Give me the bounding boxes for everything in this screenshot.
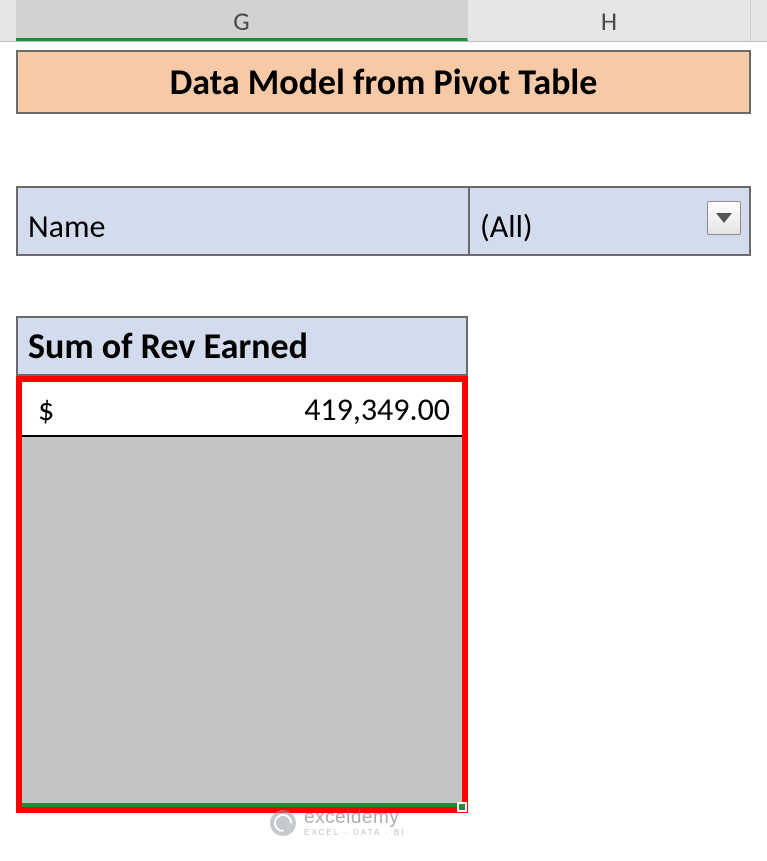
watermark-text: exceldemy EXCEL · DATA · BI — [304, 808, 405, 837]
watermark: exceldemy EXCEL · DATA · BI — [270, 808, 405, 837]
filter-value-cell[interactable]: (All) — [470, 188, 749, 254]
selected-range[interactable]: $ 419,349.00 — [16, 376, 468, 813]
watermark-brand: exceldemy — [304, 808, 405, 827]
filter-dropdown-button[interactable] — [707, 201, 741, 235]
selection-fill-handle[interactable] — [457, 802, 467, 812]
column-header-g[interactable]: G — [16, 0, 468, 41]
currency-symbol: $ — [38, 390, 54, 429]
filter-field-label: Name — [18, 188, 470, 254]
pivot-table-block: Sum of Rev Earned — [16, 316, 468, 376]
worksheet-area: Data Model from Pivot Table Name (All) S… — [0, 42, 767, 813]
pivot-filter-row: Name (All) — [16, 186, 751, 256]
column-header-row: G H — [0, 0, 767, 42]
chevron-down-icon — [716, 213, 732, 223]
pivot-value-number: 419,349.00 — [304, 390, 450, 429]
selected-empty-cells[interactable] — [22, 437, 462, 807]
title-merged-cell: Data Model from Pivot Table — [16, 50, 751, 114]
title-text: Data Model from Pivot Table — [170, 60, 598, 104]
filter-value-text: (All) — [480, 207, 533, 246]
pivot-value-cell[interactable]: $ 419,349.00 — [22, 382, 462, 437]
column-header-h[interactable]: H — [468, 0, 751, 41]
watermark-logo-icon — [270, 810, 296, 836]
pivot-values-header: Sum of Rev Earned — [18, 318, 466, 376]
gutter — [0, 0, 16, 41]
watermark-tagline: EXCEL · DATA · BI — [304, 829, 405, 837]
